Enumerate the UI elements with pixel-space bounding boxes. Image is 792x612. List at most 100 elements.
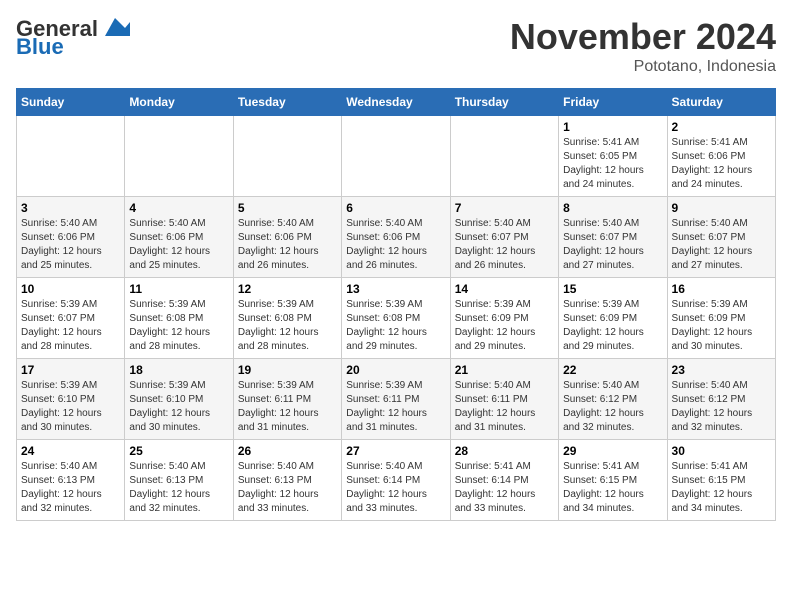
calendar-header-wednesday: Wednesday (342, 89, 450, 116)
day-number: 25 (129, 444, 228, 458)
calendar-week-row: 17 Sunrise: 5:39 AM Sunset: 6:10 PM Dayli… (17, 359, 776, 440)
calendar-cell (125, 116, 233, 197)
day-number: 26 (238, 444, 337, 458)
calendar-cell (17, 116, 125, 197)
logo-icon (100, 16, 130, 38)
calendar-cell: 6 Sunrise: 5:40 AM Sunset: 6:06 PM Daylig… (342, 197, 450, 278)
day-number: 6 (346, 201, 445, 215)
calendar-cell: 4 Sunrise: 5:40 AM Sunset: 6:06 PM Daylig… (125, 197, 233, 278)
day-info: Sunrise: 5:41 AM Sunset: 6:15 PM Dayligh… (672, 460, 771, 516)
day-info: Sunrise: 5:41 AM Sunset: 6:14 PM Dayligh… (455, 460, 554, 516)
day-number: 1 (563, 120, 662, 134)
day-number: 7 (455, 201, 554, 215)
calendar-header-row: SundayMondayTuesdayWednesdayThursdayFrid… (17, 89, 776, 116)
day-info: Sunrise: 5:40 AM Sunset: 6:12 PM Dayligh… (672, 379, 771, 435)
day-info: Sunrise: 5:40 AM Sunset: 6:13 PM Dayligh… (129, 460, 228, 516)
calendar-week-row: 1 Sunrise: 5:41 AM Sunset: 6:05 PM Daylig… (17, 116, 776, 197)
day-number: 24 (21, 444, 120, 458)
calendar-cell: 15Sunrise: 5:39 AM Sunset: 6:09 PM Dayli… (559, 278, 667, 359)
day-info: Sunrise: 5:41 AM Sunset: 6:15 PM Dayligh… (563, 460, 662, 516)
day-number: 17 (21, 363, 120, 377)
day-info: Sunrise: 5:40 AM Sunset: 6:11 PM Dayligh… (455, 379, 554, 435)
logo: General Blue (16, 16, 130, 60)
day-info: Sunrise: 5:40 AM Sunset: 6:13 PM Dayligh… (21, 460, 120, 516)
calendar-cell: 2Sunrise: 5:41 AM Sunset: 6:06 PM Daylig… (667, 116, 775, 197)
day-number: 18 (129, 363, 228, 377)
calendar-week-row: 10 Sunrise: 5:39 AM Sunset: 6:07 PM Dayli… (17, 278, 776, 359)
calendar-cell: 13 Sunrise: 5:39 AM Sunset: 6:08 PM Dayli… (342, 278, 450, 359)
calendar-cell (450, 116, 558, 197)
day-number: 16 (672, 282, 771, 296)
day-info: Sunrise: 5:40 AM Sunset: 6:06 PM Dayligh… (346, 217, 445, 273)
calendar-cell: 22 Sunrise: 5:40 AM Sunset: 6:12 PM Dayli… (559, 359, 667, 440)
calendar-cell: 1 Sunrise: 5:41 AM Sunset: 6:05 PM Daylig… (559, 116, 667, 197)
calendar-cell: 28Sunrise: 5:41 AM Sunset: 6:14 PM Dayli… (450, 440, 558, 521)
calendar-cell: 5Sunrise: 5:40 AM Sunset: 6:06 PM Daylig… (233, 197, 341, 278)
calendar-cell: 11 Sunrise: 5:39 AM Sunset: 6:08 PM Dayli… (125, 278, 233, 359)
day-number: 27 (346, 444, 445, 458)
calendar-cell: 10 Sunrise: 5:39 AM Sunset: 6:07 PM Dayli… (17, 278, 125, 359)
calendar-cell: 27 Sunrise: 5:40 AM Sunset: 6:14 PM Dayli… (342, 440, 450, 521)
calendar-header-sunday: Sunday (17, 89, 125, 116)
day-number: 21 (455, 363, 554, 377)
day-info: Sunrise: 5:39 AM Sunset: 6:08 PM Dayligh… (129, 298, 228, 354)
calendar-header-thursday: Thursday (450, 89, 558, 116)
day-number: 11 (129, 282, 228, 296)
day-info: Sunrise: 5:40 AM Sunset: 6:12 PM Dayligh… (563, 379, 662, 435)
day-number: 5 (238, 201, 337, 215)
day-number: 14 (455, 282, 554, 296)
day-info: Sunrise: 5:39 AM Sunset: 6:10 PM Dayligh… (21, 379, 120, 435)
calendar-cell: 3 Sunrise: 5:40 AM Sunset: 6:06 PM Daylig… (17, 197, 125, 278)
calendar-cell: 23 Sunrise: 5:40 AM Sunset: 6:12 PM Dayli… (667, 359, 775, 440)
day-info: Sunrise: 5:40 AM Sunset: 6:06 PM Dayligh… (129, 217, 228, 273)
calendar-cell: 17 Sunrise: 5:39 AM Sunset: 6:10 PM Dayli… (17, 359, 125, 440)
calendar-cell: 9 Sunrise: 5:40 AM Sunset: 6:07 PM Daylig… (667, 197, 775, 278)
month-title: November 2024 (510, 16, 776, 58)
day-number: 30 (672, 444, 771, 458)
calendar-header-friday: Friday (559, 89, 667, 116)
day-info: Sunrise: 5:41 AM Sunset: 6:05 PM Dayligh… (563, 136, 662, 192)
calendar-cell: 21 Sunrise: 5:40 AM Sunset: 6:11 PM Dayli… (450, 359, 558, 440)
day-number: 8 (563, 201, 662, 215)
day-info: Sunrise: 5:40 AM Sunset: 6:06 PM Dayligh… (21, 217, 120, 273)
day-number: 23 (672, 363, 771, 377)
day-number: 3 (21, 201, 120, 215)
day-number: 19 (238, 363, 337, 377)
day-info: Sunrise: 5:39 AM Sunset: 6:08 PM Dayligh… (238, 298, 337, 354)
calendar-cell: 14Sunrise: 5:39 AM Sunset: 6:09 PM Dayli… (450, 278, 558, 359)
calendar-header-monday: Monday (125, 89, 233, 116)
title-section: November 2024 Pototano, Indonesia (510, 16, 776, 76)
day-number: 13 (346, 282, 445, 296)
calendar-week-row: 3 Sunrise: 5:40 AM Sunset: 6:06 PM Daylig… (17, 197, 776, 278)
day-info: Sunrise: 5:40 AM Sunset: 6:13 PM Dayligh… (238, 460, 337, 516)
day-info: Sunrise: 5:40 AM Sunset: 6:07 PM Dayligh… (455, 217, 554, 273)
day-info: Sunrise: 5:40 AM Sunset: 6:14 PM Dayligh… (346, 460, 445, 516)
day-number: 12 (238, 282, 337, 296)
day-info: Sunrise: 5:39 AM Sunset: 6:08 PM Dayligh… (346, 298, 445, 354)
day-number: 20 (346, 363, 445, 377)
calendar-cell: 16Sunrise: 5:39 AM Sunset: 6:09 PM Dayli… (667, 278, 775, 359)
calendar-cell: 25 Sunrise: 5:40 AM Sunset: 6:13 PM Dayli… (125, 440, 233, 521)
calendar-header-saturday: Saturday (667, 89, 775, 116)
calendar-cell: 12 Sunrise: 5:39 AM Sunset: 6:08 PM Dayli… (233, 278, 341, 359)
day-number: 22 (563, 363, 662, 377)
calendar-cell: 7 Sunrise: 5:40 AM Sunset: 6:07 PM Daylig… (450, 197, 558, 278)
day-info: Sunrise: 5:39 AM Sunset: 6:11 PM Dayligh… (346, 379, 445, 435)
calendar-cell: 8Sunrise: 5:40 AM Sunset: 6:07 PM Daylig… (559, 197, 667, 278)
day-info: Sunrise: 5:40 AM Sunset: 6:07 PM Dayligh… (672, 217, 771, 273)
calendar-cell (342, 116, 450, 197)
day-info: Sunrise: 5:39 AM Sunset: 6:10 PM Dayligh… (129, 379, 228, 435)
day-number: 4 (129, 201, 228, 215)
day-number: 10 (21, 282, 120, 296)
calendar-cell: 18 Sunrise: 5:39 AM Sunset: 6:10 PM Dayli… (125, 359, 233, 440)
calendar-cell: 26 Sunrise: 5:40 AM Sunset: 6:13 PM Dayli… (233, 440, 341, 521)
location: Pototano, Indonesia (510, 58, 776, 76)
calendar-table: SundayMondayTuesdayWednesdayThursdayFrid… (16, 88, 776, 521)
day-info: Sunrise: 5:39 AM Sunset: 6:07 PM Dayligh… (21, 298, 120, 354)
calendar-cell: 29Sunrise: 5:41 AM Sunset: 6:15 PM Dayli… (559, 440, 667, 521)
day-info: Sunrise: 5:39 AM Sunset: 6:11 PM Dayligh… (238, 379, 337, 435)
calendar-cell: 19 Sunrise: 5:39 AM Sunset: 6:11 PM Dayli… (233, 359, 341, 440)
day-number: 2 (672, 120, 771, 134)
day-number: 9 (672, 201, 771, 215)
calendar-cell (233, 116, 341, 197)
